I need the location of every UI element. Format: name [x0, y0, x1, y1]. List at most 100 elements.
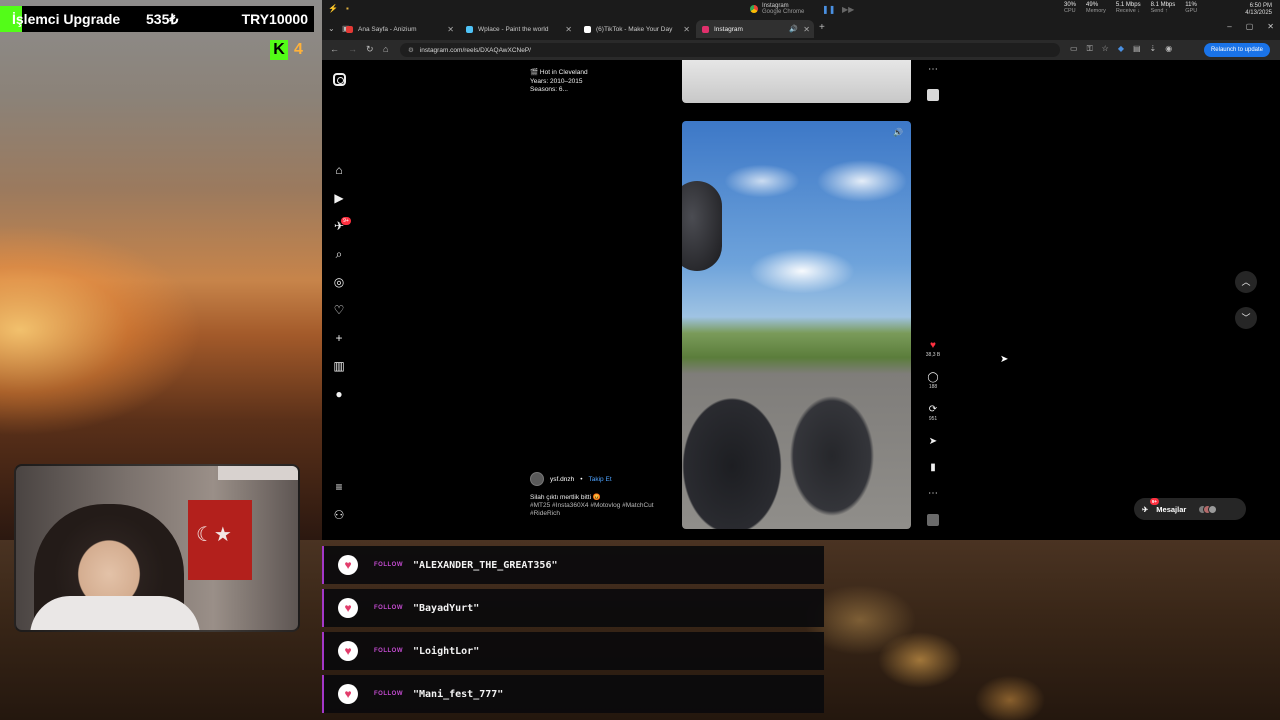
maximize-icon[interactable]: ▢	[1246, 22, 1254, 31]
follower-name: "BayadYurt"	[413, 602, 480, 614]
search-nav-icon[interactable]: ⌕	[332, 247, 346, 261]
repost-button[interactable]: ⟳ 951	[922, 404, 944, 422]
browser-window: ⚡ ▪ Instagram Google Chrome ❚❚ ▶▶ 30% CPU…	[322, 0, 1280, 540]
close-window-icon[interactable]: ✕	[1267, 22, 1274, 31]
goal-label: İşlemci Upgrade	[12, 11, 121, 27]
send-stat: 8.1 Mbps Send ↑	[1150, 2, 1176, 14]
webcam-feed	[14, 464, 300, 632]
tab-anizium[interactable]: Ana Sayfa - Anizium ✕	[340, 20, 458, 38]
reload-icon[interactable]: ↻	[366, 44, 374, 55]
follower-name: "Mani_fest_777"	[413, 688, 504, 700]
heart-icon: ♥	[338, 598, 358, 618]
volume-icon[interactable]: 🔊	[893, 128, 903, 137]
tab-tiktok[interactable]: (6)TikTok - Make Your Day ✕	[578, 20, 694, 38]
reel-caption: Silah çıktı mertlik bitti 😡	[530, 494, 601, 501]
wplace-favicon-icon	[466, 25, 473, 33]
download-icon[interactable]: ⇣	[1150, 44, 1157, 54]
site-info-icon[interactable]: ⚙	[408, 46, 414, 54]
comment-icon: ◯	[927, 372, 939, 383]
like-count: 38,3 B	[925, 352, 941, 358]
more-actions-icon[interactable]: ⋯	[922, 488, 944, 499]
follow-alert: ♥ FOLLOW "ALEXANDER_THE_GREAT356"	[322, 546, 824, 584]
author-avatar[interactable]	[530, 472, 544, 486]
viewer-count: 4	[294, 41, 303, 58]
stream-background	[0, 0, 322, 540]
audio-thumbnail[interactable]	[927, 514, 939, 526]
address-url: instagram.com/reels/DXAQAwXCNeP/	[419, 46, 531, 54]
repost-icon: ⟳	[928, 404, 938, 415]
save-bookmark-icon[interactable]: ▮	[922, 462, 944, 473]
follower-name: "ALEXANDER_THE_GREAT356"	[413, 559, 558, 571]
password-key-icon[interactable]: ⚿	[1087, 44, 1093, 54]
media-source: Instagram Google Chrome	[750, 3, 804, 15]
audio-thumbnail-top[interactable]	[927, 89, 939, 101]
meta-apps-icon[interactable]: ⚇	[332, 508, 346, 522]
more-menu-icon[interactable]: ≡	[332, 480, 346, 494]
instagram-logo-icon[interactable]	[333, 73, 346, 86]
messages-button[interactable]: ✈ 9+ Mesajlar	[1134, 498, 1246, 520]
bookmark-star-icon[interactable]: ☆	[1102, 44, 1109, 54]
reel-hashtags: #MT25 #Insta360X4 #Motovlog #MatchCut #R…	[530, 502, 680, 518]
clock: 6:50 PM 4/13/2025	[1245, 3, 1272, 17]
browser-toolbar: ← → ↻ ⌂ ⚙ instagram.com/reels/DXAQAwXCNe…	[322, 40, 1280, 60]
comment-button[interactable]: ◯ 188	[922, 372, 944, 390]
tab-strip: ⚡ ▪ Instagram Google Chrome ❚❚ ▶▶ 30% CPU…	[322, 0, 1280, 40]
home-nav-icon[interactable]: ⌂	[332, 163, 346, 177]
share-icon[interactable]: ➤	[922, 436, 944, 447]
receive-stat: 5.1 Mbps Receive ↓	[1115, 2, 1141, 14]
audio-playing-icon[interactable]: 🔊	[789, 25, 798, 33]
author-username[interactable]: ysf.dnzh	[550, 476, 574, 483]
profile-avatar-icon[interactable]: ◉	[1165, 44, 1172, 54]
clock-time: 6:50 PM	[1249, 3, 1272, 9]
follow-tag: FOLLOW	[374, 562, 403, 568]
avatar	[1208, 504, 1218, 514]
follow-tag: FOLLOW	[374, 648, 403, 654]
previous-reel-caption: 🎬 Hot in Cleveland Years: 2010–2015 Seas…	[530, 69, 588, 95]
instagram-favicon-icon	[702, 25, 709, 33]
close-tab-icon[interactable]: ✕	[447, 25, 454, 34]
hashtags-line-1[interactable]: #MT25 #Insta360X4 #Motovlog #MatchCut	[530, 502, 680, 510]
close-tab-icon[interactable]: ✕	[565, 25, 572, 34]
tab-instagram[interactable]: Instagram 🔊 ✕	[696, 20, 814, 38]
message-avatars	[1198, 504, 1218, 514]
chevron-up-icon: ︿	[1241, 277, 1251, 287]
follow-link[interactable]: Takip Et	[589, 476, 612, 483]
back-icon[interactable]: ←	[330, 44, 339, 54]
forward-icon[interactable]: →	[348, 44, 357, 54]
hashtags-line-2[interactable]: #RideRich	[530, 510, 680, 518]
reel-actions: ⋯ ♥ 38,3 B ◯ 188 ⟳ 951 ➤ ▮ ⋯	[922, 60, 944, 540]
close-tab-icon[interactable]: ✕	[803, 25, 810, 34]
pause-icon[interactable]: ❚❚	[822, 5, 835, 14]
install-app-icon[interactable]: ▭	[1070, 44, 1078, 54]
streamer-shirt	[30, 596, 200, 630]
cpu-stat: 30% CPU	[1064, 2, 1077, 14]
relaunch-button[interactable]: Relaunch to update	[1203, 43, 1270, 57]
next-reel-button[interactable]: ﹀	[1235, 307, 1257, 329]
address-bar[interactable]: ⚙ instagram.com/reels/DXAQAwXCNeP/	[400, 43, 1060, 57]
close-tab-icon[interactable]: ✕	[683, 25, 690, 34]
new-tab-icon[interactable]: +	[819, 22, 825, 33]
tab-wplace[interactable]: Wplace - Paint the world ✕	[460, 20, 576, 38]
side-panel-icon[interactable]: ▤	[1133, 44, 1141, 54]
comment-count: 188	[928, 384, 938, 390]
notifications-nav-icon[interactable]: ♡	[332, 303, 346, 317]
reel-video[interactable]: 🔊	[682, 121, 911, 529]
home-icon[interactable]: ⌂	[383, 44, 388, 54]
tab-search-icon[interactable]: ⌄	[328, 24, 335, 33]
minimize-icon[interactable]: –	[1227, 22, 1231, 31]
like-button[interactable]: ♥ 38,3 B	[922, 340, 944, 358]
dashboard-nav-icon[interactable]: ▥	[332, 359, 346, 373]
webcam-window-light	[218, 466, 298, 480]
previous-reel-title: 🎬 Hot in Cleveland	[530, 69, 588, 76]
profile-nav-icon[interactable]: ●	[332, 387, 346, 401]
extension-icon[interactable]: ◆	[1118, 44, 1124, 54]
previous-reel-video[interactable]	[682, 60, 911, 103]
heart-icon: ♥	[338, 555, 358, 575]
reels-nav-icon[interactable]: ▶	[332, 191, 346, 205]
next-icon[interactable]: ▶▶	[842, 5, 854, 14]
create-nav-icon[interactable]: +	[332, 331, 346, 345]
explore-nav-icon[interactable]: ◎	[332, 275, 346, 289]
system-stats: 30% CPU 49% Memory 5.1 Mbps Receive ↓ 8.1 M…	[1064, 2, 1197, 14]
more-options-icon[interactable]: ⋯	[922, 64, 944, 75]
previous-reel-button[interactable]: ︿	[1235, 271, 1257, 293]
